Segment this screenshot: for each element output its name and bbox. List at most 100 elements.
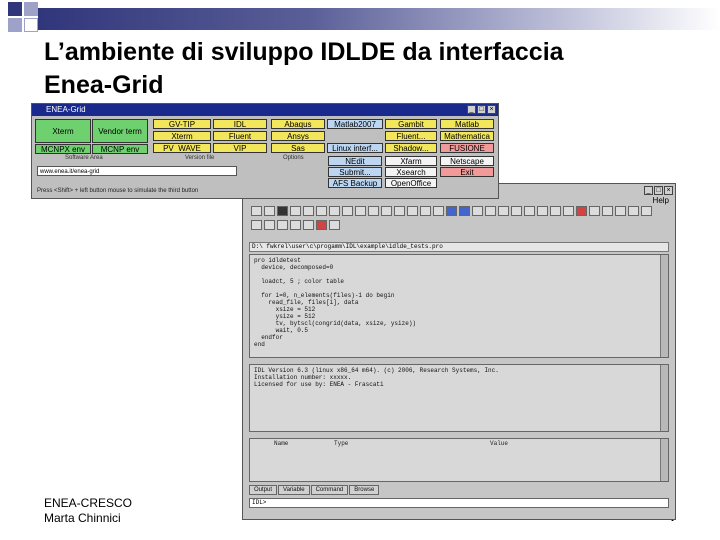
launcher-button[interactable]: Vendor term xyxy=(92,119,148,143)
toolbar-icon[interactable] xyxy=(628,206,639,216)
toolbar-icon[interactable] xyxy=(563,206,574,216)
toolbar-icon[interactable] xyxy=(316,220,327,230)
variable-scrollbar[interactable] xyxy=(660,439,668,481)
help-menu[interactable]: Help xyxy=(653,196,669,205)
toolbar-icon[interactable] xyxy=(537,206,548,216)
output-log-pane: IDL Version 6.3 (linux x86_64 m64). (c) … xyxy=(249,364,669,432)
paste-icon[interactable] xyxy=(329,206,340,216)
toolbar-icon[interactable] xyxy=(511,206,522,216)
minimize-icon[interactable]: _ xyxy=(644,186,653,195)
launcher-button[interactable]: Fluent... xyxy=(385,131,437,141)
tab-browse[interactable]: Browse xyxy=(349,485,380,495)
launcher-button[interactable]: Xfarm xyxy=(385,156,437,166)
toolbar-icon[interactable] xyxy=(615,206,626,216)
breakpoint-icon[interactable] xyxy=(459,206,470,216)
toolbar-icon[interactable] xyxy=(277,220,288,230)
find-icon[interactable] xyxy=(368,206,379,216)
new-file-icon[interactable] xyxy=(251,206,262,216)
toolbar-icon[interactable] xyxy=(498,206,509,216)
launcher-button[interactable]: Fluent xyxy=(213,131,267,141)
launcher-button[interactable]: PV_WAVE xyxy=(153,143,211,153)
toolbar-icon[interactable] xyxy=(602,206,613,216)
minimize-icon[interactable]: _ xyxy=(467,105,476,114)
tab-variable[interactable]: Variable xyxy=(278,485,310,495)
toolbar-icon[interactable] xyxy=(524,206,535,216)
undo-icon[interactable] xyxy=(342,206,353,216)
save-icon[interactable] xyxy=(277,206,288,216)
secondary-toolbar xyxy=(251,220,340,230)
launcher-button[interactable]: Sas xyxy=(271,143,325,153)
launcher-button[interactable]: MCNPX env xyxy=(35,144,91,154)
toolbar-icon[interactable] xyxy=(485,206,496,216)
toolbar-icon[interactable] xyxy=(329,220,340,230)
editor-code[interactable]: pro idldetest device, decomposed=0 loadc… xyxy=(250,255,668,350)
launcher-button[interactable]: AFS Backup xyxy=(328,178,382,188)
toolbar-icon[interactable] xyxy=(589,206,600,216)
launcher-button[interactable]: VIP xyxy=(213,143,267,153)
launcher-button[interactable]: Matlab2007 xyxy=(327,119,383,129)
run-icon[interactable] xyxy=(394,206,405,216)
cut-icon[interactable] xyxy=(303,206,314,216)
step-over-icon[interactable] xyxy=(420,206,431,216)
enea-grid-launcher-window: ENEA-Grid _ □ × Xterm Vendor term MCNPX … xyxy=(31,103,499,199)
copy-icon[interactable] xyxy=(316,206,327,216)
accent-square xyxy=(24,2,38,16)
redo-icon[interactable] xyxy=(355,206,366,216)
launcher-options-area: Software Area Version file Options www.e… xyxy=(35,155,323,183)
tab-output[interactable]: Output xyxy=(249,485,278,495)
footer-credit: ENEA-CRESCO Marta Chinnici xyxy=(44,496,132,526)
maximize-icon[interactable]: □ xyxy=(654,186,663,195)
launcher-button[interactable]: Linux interf... xyxy=(327,143,383,153)
reset-icon[interactable] xyxy=(472,206,483,216)
launcher-button[interactable]: FUSIONE xyxy=(440,143,494,153)
close-icon[interactable]: × xyxy=(664,186,673,195)
launcher-button[interactable]: Matlab xyxy=(440,119,494,129)
options-label: Version file xyxy=(185,155,215,161)
editor-scrollbar[interactable] xyxy=(660,255,668,357)
toolbar-icon[interactable] xyxy=(550,206,561,216)
open-file-icon[interactable] xyxy=(264,206,275,216)
launcher-button[interactable]: GV-TIP xyxy=(153,119,211,129)
launcher-button[interactable]: MCNP env xyxy=(92,144,148,154)
launcher-button[interactable]: Xterm xyxy=(35,119,91,143)
launcher-button[interactable]: OpenOffice xyxy=(385,178,437,188)
compile-icon[interactable] xyxy=(381,206,392,216)
idl-command-input[interactable]: IDL> xyxy=(249,498,669,508)
launcher-button[interactable]: Ansys xyxy=(271,131,325,141)
accent-square xyxy=(8,2,22,16)
toolbar-icon[interactable] xyxy=(303,220,314,230)
launcher-button[interactable]: IDL xyxy=(213,119,267,129)
toolbar-icon[interactable] xyxy=(641,206,652,216)
var-header-name: Name xyxy=(274,440,289,447)
launcher-button[interactable]: Netscape xyxy=(440,156,494,166)
output-log-text: IDL Version 6.3 (linux x86_64 m64). (c) … xyxy=(254,367,499,388)
launcher-button[interactable]: Xsearch xyxy=(385,167,437,177)
launcher-button[interactable]: Mathematica xyxy=(440,131,494,141)
toolbar-icon[interactable] xyxy=(290,220,301,230)
step-out-icon[interactable] xyxy=(433,206,444,216)
software-path-field[interactable]: www.enea.it/enea-grid xyxy=(37,166,237,176)
toolbar-icon[interactable] xyxy=(576,206,587,216)
launcher-button[interactable]: Submit... xyxy=(328,167,382,177)
launcher-button[interactable]: Xterm xyxy=(153,131,211,141)
step-icon[interactable] xyxy=(407,206,418,216)
output-scrollbar[interactable] xyxy=(660,365,668,431)
slide-title-line: Enea-Grid xyxy=(44,71,164,99)
exit-button[interactable]: Exit xyxy=(440,167,494,177)
accent-square xyxy=(24,18,38,32)
launcher-button[interactable]: NEdit xyxy=(328,156,382,166)
toolbar-icon[interactable] xyxy=(251,220,262,230)
maximize-icon[interactable]: □ xyxy=(477,105,486,114)
editor-pane[interactable]: pro idldetest device, decomposed=0 loadc… xyxy=(249,254,669,358)
toolbar-icon[interactable] xyxy=(264,220,275,230)
launcher-window-title: ENEA-Grid xyxy=(46,105,86,114)
launcher-button[interactable]: Abaqus xyxy=(271,119,325,129)
stop-icon[interactable] xyxy=(446,206,457,216)
tab-command[interactable]: Command xyxy=(310,485,349,495)
var-header-value: Value xyxy=(490,440,509,447)
footer-organization: ENEA-CRESCO xyxy=(44,496,133,510)
launcher-button[interactable]: Gambit xyxy=(385,119,437,129)
launcher-button[interactable]: Shadow... xyxy=(385,143,437,153)
print-icon[interactable] xyxy=(290,206,301,216)
close-icon[interactable]: × xyxy=(487,105,496,114)
